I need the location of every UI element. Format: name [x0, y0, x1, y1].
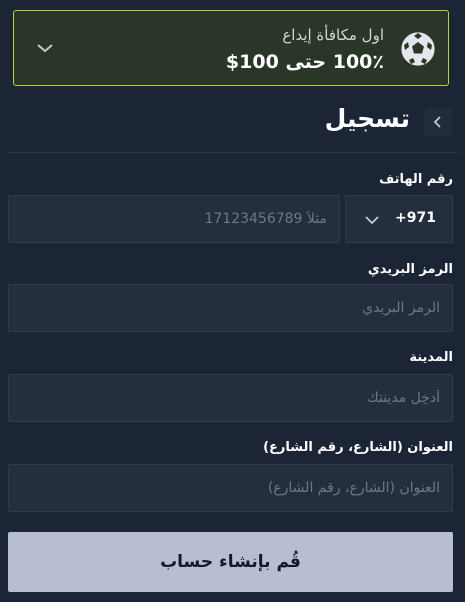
country-code-value: +971 — [395, 210, 436, 226]
bonus-title: 100٪ حتى 100$ — [225, 51, 384, 73]
postal-code-label: الرمز البريدي — [367, 262, 453, 277]
back-button[interactable] — [424, 108, 452, 136]
chevron-left-icon — [433, 116, 441, 128]
bonus-subtitle: اول مكافأة إيداع — [282, 26, 384, 44]
soccer-ball-icon — [400, 31, 436, 67]
phone-input[interactable] — [8, 195, 340, 243]
page-title: تسجيل — [324, 104, 410, 133]
chevron-down-icon — [365, 216, 379, 225]
postal-code-input[interactable] — [8, 284, 453, 332]
city-input[interactable] — [8, 374, 453, 422]
address-input[interactable] — [8, 464, 453, 512]
create-account-button[interactable]: قُم بإنشاء حساب — [8, 532, 453, 592]
country-code-select[interactable]: +971 — [345, 195, 453, 243]
city-label: المدينة — [409, 350, 453, 365]
phone-label: رقم الهاتف — [379, 172, 453, 187]
address-label: العنوان (الشارع، رقم الشارع) — [263, 440, 453, 455]
deposit-bonus-banner[interactable]: اول مكافأة إيداع 100٪ حتى 100$ — [13, 10, 449, 86]
header-divider — [8, 152, 457, 153]
chevron-down-icon[interactable] — [35, 41, 55, 55]
